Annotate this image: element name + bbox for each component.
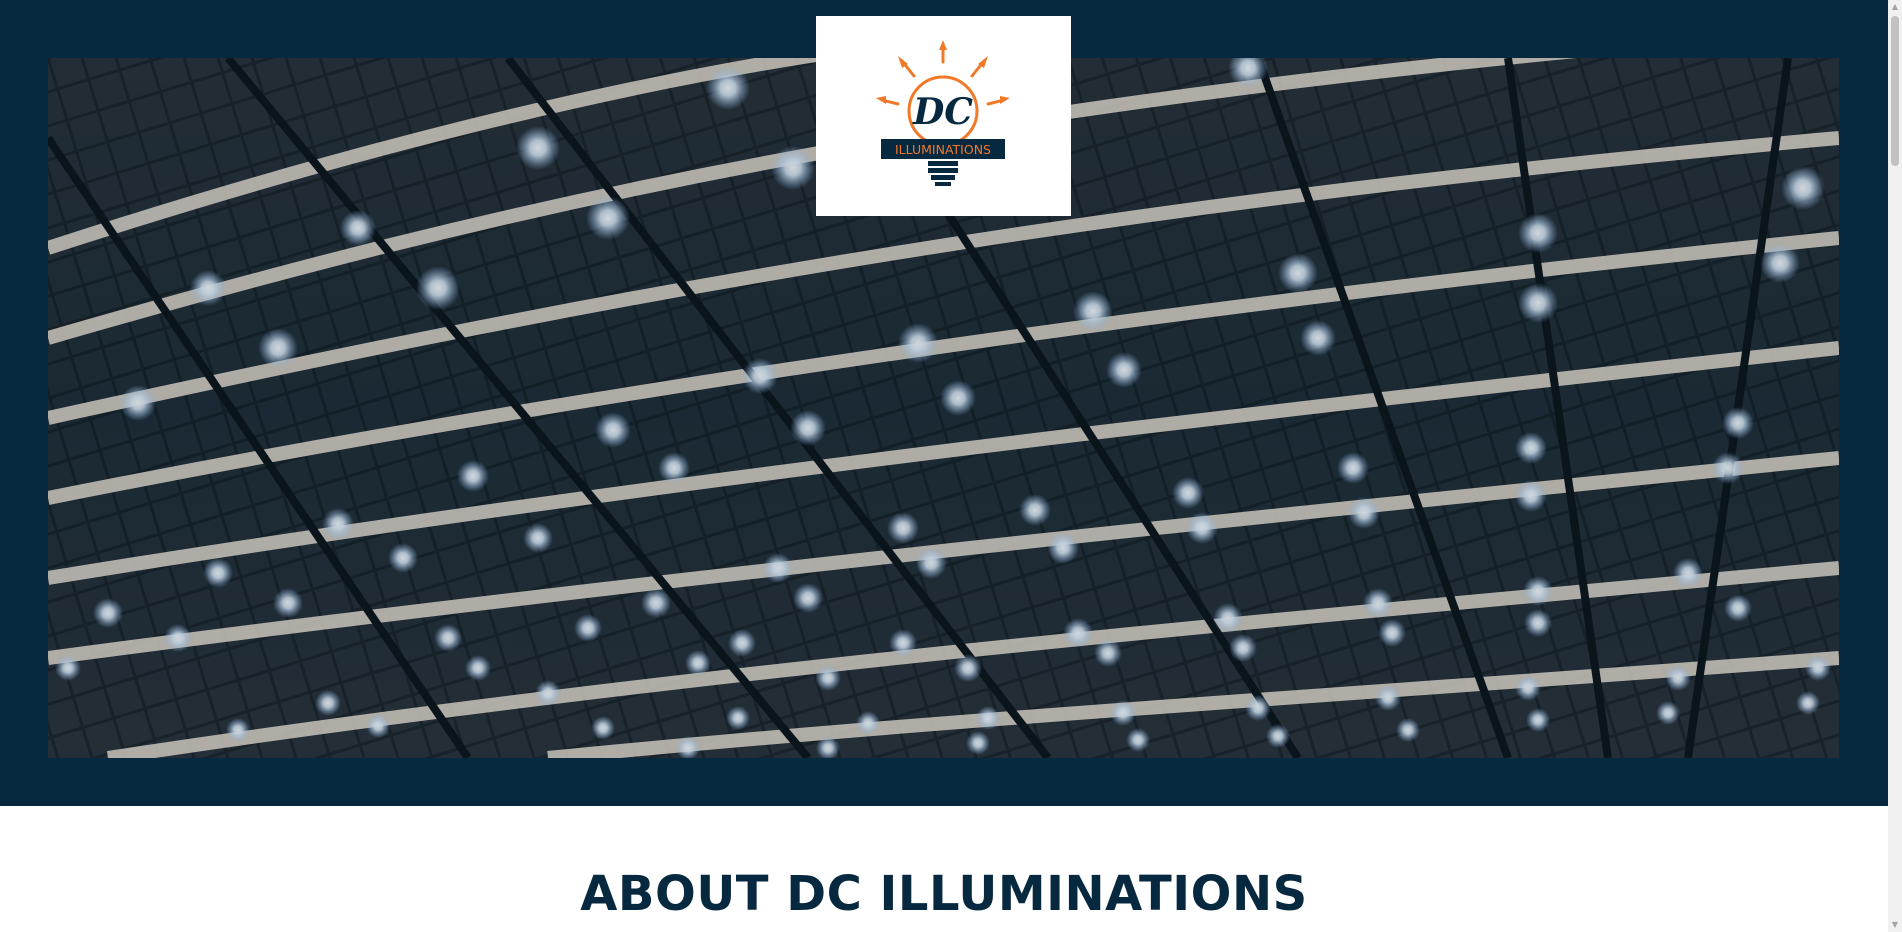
- scroll-down-icon[interactable]: ▼: [1888, 918, 1902, 932]
- logo-monogram: DC: [912, 91, 973, 133]
- page: DC ILLUMINATIONS ABOUT DC ILLUMINATIONS: [0, 0, 1888, 932]
- about-section: ABOUT DC ILLUMINATIONS: [0, 806, 1888, 932]
- scrollbar-thumb[interactable]: [1891, 16, 1899, 166]
- about-heading: ABOUT DC ILLUMINATIONS: [580, 866, 1308, 922]
- lightbulb-icon: DC ILLUMINATIONS: [876, 40, 1010, 186]
- scroll-up-icon[interactable]: ▲: [1888, 0, 1902, 14]
- hero-section: DC ILLUMINATIONS: [0, 0, 1888, 806]
- logo-wordmark: ILLUMINATIONS: [895, 142, 991, 157]
- vertical-scrollbar[interactable]: ▲ ▼: [1888, 0, 1902, 932]
- site-logo[interactable]: DC ILLUMINATIONS: [816, 16, 1071, 216]
